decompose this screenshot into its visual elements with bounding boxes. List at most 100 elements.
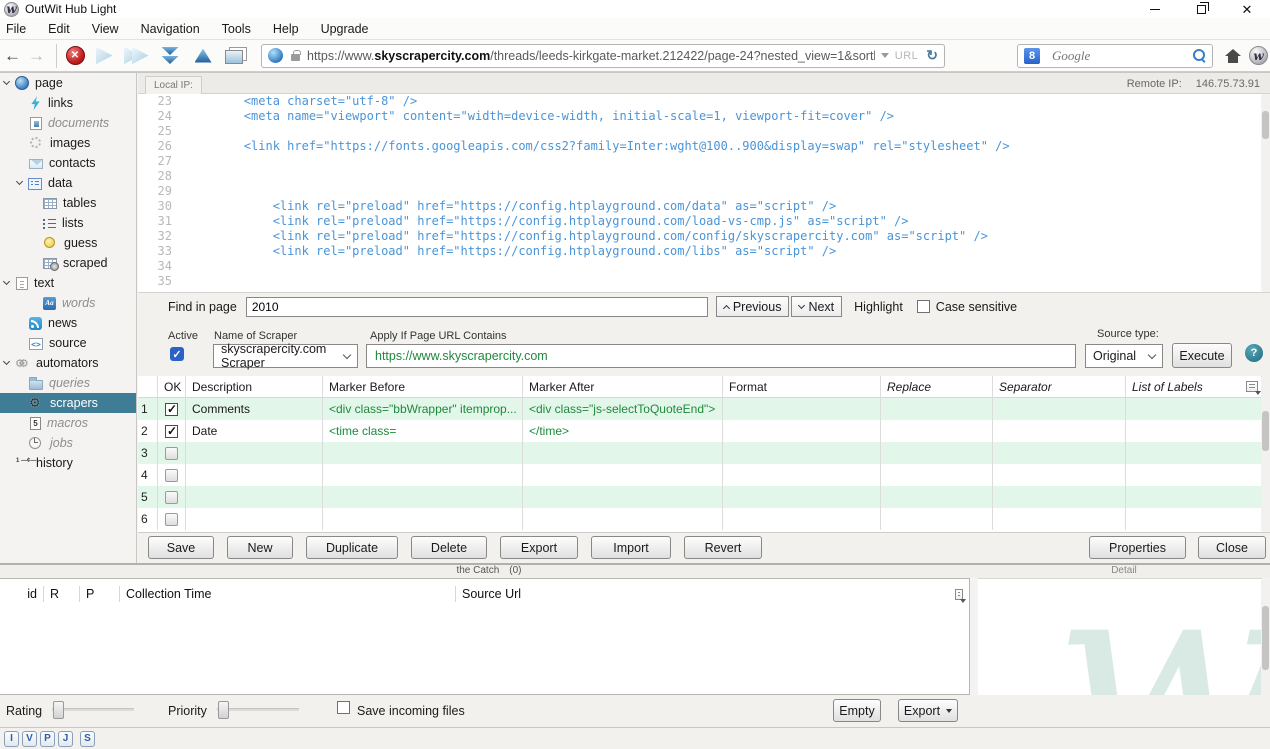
menu-upgrade[interactable]: Upgrade (310, 18, 380, 40)
sidebar-item-links[interactable]: links (0, 93, 136, 113)
case-sensitive-checkbox[interactable] (917, 300, 930, 313)
sidebar-item-guess[interactable]: guess (0, 233, 136, 253)
source-scrollbar[interactable] (1261, 95, 1270, 291)
forward-button[interactable]: → (28, 42, 52, 70)
sidebar-item-scrapers[interactable]: scrapers (0, 393, 136, 413)
col-description[interactable]: Description (186, 376, 323, 397)
execute-button[interactable]: Execute (1172, 343, 1232, 368)
sidebar-item-scraped[interactable]: scraped (0, 253, 136, 273)
scraper-name-dropdown[interactable]: skyscrapercity.com Scraper (213, 344, 358, 368)
import-button[interactable]: Import (591, 536, 671, 559)
col-collection-time[interactable]: Collection Time (120, 586, 456, 602)
dig-button[interactable] (153, 42, 187, 70)
refresh-icon[interactable]: ↻ (926, 47, 938, 64)
search-icon[interactable] (1193, 49, 1206, 62)
sidebar-item-words[interactable]: words (0, 293, 136, 313)
search-engine-icon[interactable]: 8 (1024, 48, 1040, 64)
save-button[interactable]: Save (148, 536, 214, 559)
table-row[interactable]: 6 (138, 508, 1262, 530)
col-ok[interactable]: OK (158, 376, 186, 397)
close-button[interactable]: ✕ (1224, 0, 1270, 18)
tab-p[interactable]: P (40, 731, 55, 747)
find-input[interactable] (246, 297, 708, 317)
export-button[interactable]: Export (500, 536, 578, 559)
col-priority[interactable]: P (80, 586, 120, 602)
menu-file[interactable]: File (0, 18, 37, 40)
cell-marker-after[interactable]: </time> (523, 420, 723, 442)
menu-view[interactable]: View (81, 18, 130, 40)
new-button[interactable]: New (227, 536, 293, 559)
slider-handle[interactable] (53, 701, 64, 719)
col-format[interactable]: Format (723, 376, 881, 397)
cell-description[interactable]: Date (186, 420, 323, 442)
col-marker-after[interactable]: Marker After (523, 376, 723, 397)
row-ok-checkbox[interactable] (165, 425, 178, 438)
active-checkbox[interactable]: ✓ (170, 347, 184, 361)
sidebar-item-lists[interactable]: lists (0, 213, 136, 233)
sidebar-item-history[interactable]: history (0, 453, 136, 473)
tab-s[interactable]: S (80, 731, 95, 747)
col-replace[interactable]: Replace (881, 376, 993, 397)
row-ok-checkbox[interactable] (165, 491, 178, 504)
url-input[interactable]: https://www.skyscrapercity.com/threads/l… (307, 49, 875, 63)
close-scraper-button[interactable]: Close (1198, 536, 1266, 559)
row-ok-checkbox[interactable] (165, 447, 178, 460)
col-source-url[interactable]: Source Url (456, 586, 947, 602)
row-ok-checkbox[interactable] (165, 513, 178, 526)
url-bar[interactable]: https://www.skyscrapercity.com/threads/l… (261, 44, 945, 68)
sidebar-item-tables[interactable]: tables (0, 193, 136, 213)
source-type-dropdown[interactable]: Original (1085, 344, 1163, 368)
table-row[interactable]: 5 (138, 486, 1262, 508)
catch-export-button[interactable]: Export (898, 699, 958, 722)
sidebar-item-page[interactable]: page (0, 73, 136, 93)
detail-scrollbar[interactable] (1261, 580, 1270, 695)
home-icon[interactable] (1225, 49, 1241, 63)
source-code-panel[interactable]: 23 <meta charset="utf-8" /> 24 <meta nam… (138, 94, 1262, 292)
properties-button[interactable]: Properties (1089, 536, 1186, 559)
table-scrollbar[interactable] (1261, 377, 1270, 531)
sidebar-item-images[interactable]: images (0, 133, 136, 153)
row-ok-checkbox[interactable] (165, 469, 178, 482)
chevron-down-icon[interactable] (16, 178, 23, 185)
fast-run-button[interactable] (119, 42, 153, 70)
outwit-logo-icon[interactable]: w (1249, 46, 1268, 65)
row-ok-checkbox[interactable] (165, 403, 178, 416)
col-id[interactable]: id (0, 586, 44, 602)
stop-button[interactable]: ✕ (61, 42, 89, 70)
col-rating[interactable]: R (44, 586, 80, 602)
slider-handle[interactable] (218, 701, 229, 719)
tab-v[interactable]: V (22, 731, 37, 747)
restore-button[interactable] (1178, 0, 1224, 18)
tab-i[interactable]: I (4, 731, 19, 747)
priority-slider[interactable] (217, 708, 299, 711)
slideshow-button[interactable] (219, 42, 253, 70)
tab-j[interactable]: J (58, 731, 73, 747)
duplicate-button[interactable]: Duplicate (306, 536, 398, 559)
url-dropdown-icon[interactable] (881, 53, 889, 58)
cell-marker-before[interactable]: <div class="bbWrapper" itemprop... (323, 398, 523, 420)
help-icon[interactable]: ? (1245, 344, 1263, 362)
table-row[interactable]: 4 (138, 464, 1262, 486)
minimize-button[interactable] (1132, 0, 1178, 18)
sidebar-item-contacts[interactable]: contacts (0, 153, 136, 173)
chevron-down-icon[interactable] (3, 278, 10, 285)
sidebar-item-queries[interactable]: queries (0, 373, 136, 393)
menu-tools[interactable]: Tools (211, 18, 262, 40)
run-button[interactable] (89, 42, 119, 70)
sidebar-item-news[interactable]: news (0, 313, 136, 333)
search-input[interactable] (1050, 47, 1193, 65)
sidebar-item-jobs[interactable]: jobs (0, 433, 136, 453)
revert-button[interactable]: Revert (684, 536, 762, 559)
col-marker-before[interactable]: Marker Before (323, 376, 523, 397)
save-incoming-checkbox[interactable] (337, 701, 350, 714)
find-previous-button[interactable]: Previous (716, 296, 790, 317)
empty-button[interactable]: Empty (833, 699, 881, 722)
sidebar-item-text[interactable]: text (0, 273, 136, 293)
sidebar-item-automators[interactable]: automators (0, 353, 136, 373)
table-row[interactable]: 2 Date <time class= </time> (138, 420, 1262, 442)
chevron-down-icon[interactable] (3, 78, 10, 85)
col-list-of-labels[interactable]: List of Labels (1126, 376, 1262, 397)
cell-marker-before[interactable]: <time class= (323, 420, 523, 442)
rating-slider[interactable] (52, 708, 134, 711)
cell-description[interactable]: Comments (186, 398, 323, 420)
